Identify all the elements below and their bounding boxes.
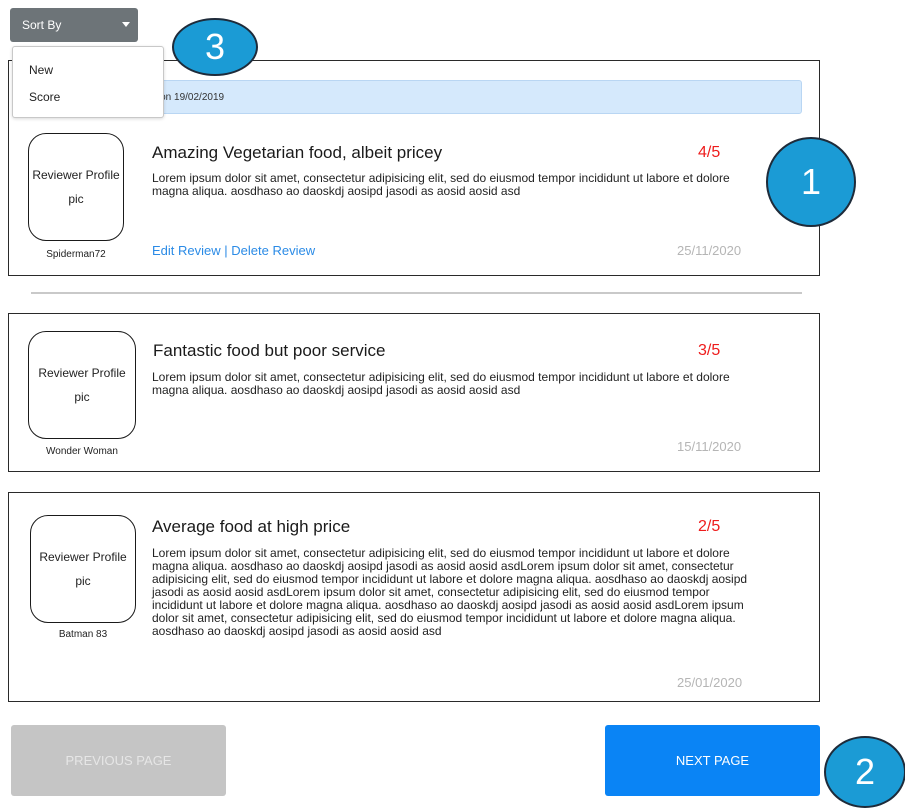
section-divider bbox=[31, 292, 802, 294]
review-title: Fantastic food but poor service bbox=[153, 341, 386, 360]
review-date: 15/11/2020 bbox=[677, 439, 742, 454]
avatar-label-pic: pic bbox=[75, 574, 91, 588]
review-score: 4/5 bbox=[698, 144, 721, 161]
review-score: 3/5 bbox=[698, 342, 721, 359]
review-body: Lorem ipsum dolor sit amet, consectetur … bbox=[152, 171, 730, 198]
avatar-label: Reviewer Profile bbox=[38, 366, 126, 380]
reviewer-name: Batman 83 bbox=[58, 629, 108, 640]
callout-marker: 2 bbox=[824, 736, 905, 808]
review-title: Amazing Vegetarian food, albeit pricey bbox=[152, 143, 443, 162]
sort-option-new[interactable]: New bbox=[29, 63, 53, 77]
avatar-label: Reviewer Profile bbox=[39, 550, 127, 564]
avatar: Reviewer Profile pic bbox=[28, 331, 136, 439]
avatar-label: Reviewer Profile bbox=[32, 168, 120, 182]
review-score: 2/5 bbox=[698, 518, 721, 535]
sort-by-label: Sort By bbox=[22, 18, 62, 32]
reviewer-name: Spiderman72 bbox=[46, 249, 106, 260]
avatar-label-pic: pic bbox=[68, 192, 84, 206]
avatar: Reviewer Profile pic bbox=[28, 133, 124, 241]
previous-page-button[interactable]: PREVIOUS PAGE bbox=[11, 725, 226, 796]
sort-by-dropdown[interactable]: Sort By bbox=[10, 8, 138, 42]
callout-marker: 1 bbox=[766, 137, 856, 227]
chevron-down-icon bbox=[122, 22, 130, 27]
avatar: Reviewer Profile pic bbox=[30, 515, 136, 623]
review-title: Average food at high price bbox=[152, 517, 351, 536]
delete-review-link[interactable]: Delete Review bbox=[231, 243, 315, 258]
review-notice-banner: nt on 19/02/2019 bbox=[140, 80, 802, 114]
reviewer-name: Wonder Woman bbox=[46, 446, 118, 457]
review-actions: Edit Review | Delete Review bbox=[152, 243, 315, 258]
review-date: 25/01/2020 bbox=[677, 675, 743, 690]
link-separator: | bbox=[224, 243, 228, 258]
review-body: Lorem ipsum dolor sit amet, consectetur … bbox=[152, 370, 730, 397]
review-date: 25/11/2020 bbox=[677, 243, 742, 258]
avatar-label-pic: pic bbox=[74, 390, 90, 404]
sort-option-score[interactable]: Score bbox=[29, 90, 60, 104]
callout-marker: 3 bbox=[172, 18, 258, 76]
review-body: Lorem ipsum dolor sit amet, consectetur … bbox=[152, 546, 748, 638]
sort-options-menu: New Score bbox=[12, 46, 164, 118]
edit-review-link[interactable]: Edit Review bbox=[152, 243, 221, 258]
next-page-button[interactable]: NEXT PAGE bbox=[605, 725, 820, 796]
